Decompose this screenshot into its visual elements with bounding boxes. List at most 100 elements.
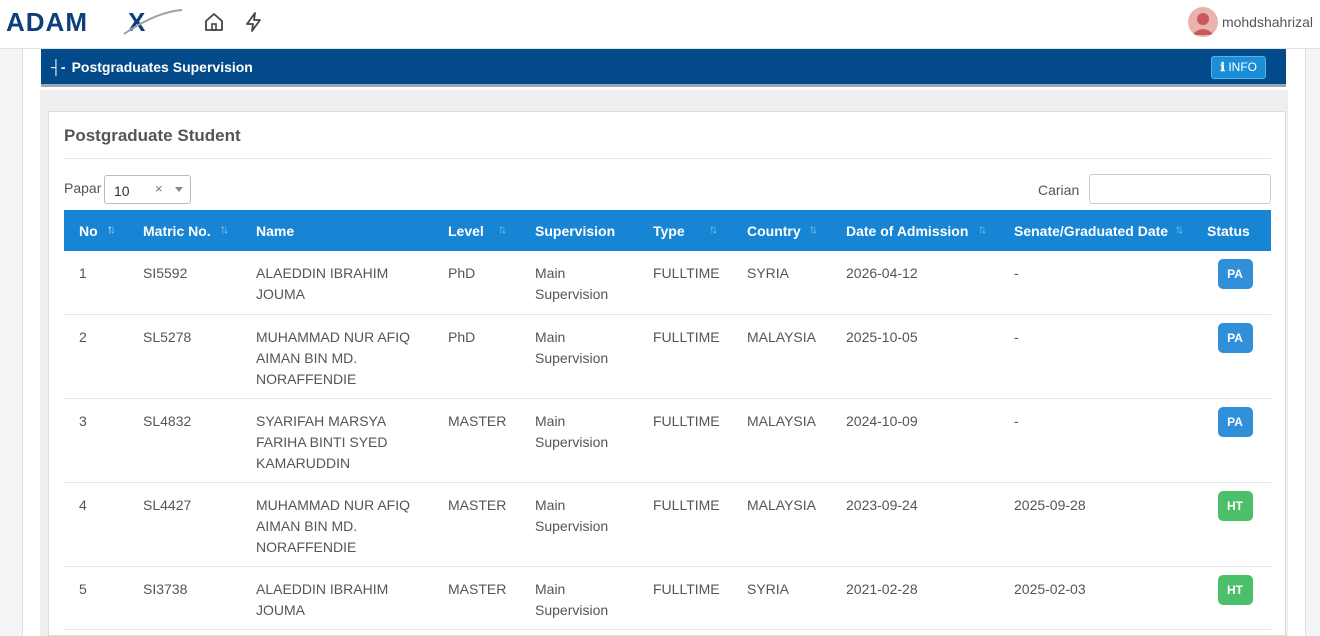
cell-supervision: Main Supervision [520, 251, 638, 315]
top-navbar: ADAM X mohdshahrizal [0, 0, 1320, 49]
cell-level: PhD [433, 314, 520, 399]
table-header-row: No ↑↓ Matric No. ↑↓ Name Level ↑↓ Supervisi… [64, 210, 1271, 251]
info-button[interactable]: ℹ INFO [1211, 56, 1266, 79]
status-badge[interactable]: HT [1217, 574, 1253, 605]
info-button-label: INFO [1228, 60, 1257, 74]
cell-name: ALAEDDIN IBRAHIM JOUMA [241, 566, 433, 630]
svg-text:ADAM: ADAM [6, 8, 88, 36]
col-header-supervision[interactable]: Supervision [520, 210, 638, 251]
cell-country: MALAYSIA [732, 398, 831, 483]
cell-matric: SL4427 [128, 482, 241, 567]
page-size-value: 10 [114, 183, 130, 199]
student-table: No ↑↓ Matric No. ↑↓ Name Level ↑↓ Supervisi… [64, 210, 1271, 630]
sort-icon: ↑↓ [498, 222, 507, 236]
table-row[interactable]: 1 SI5592 ALAEDDIN IBRAHIM JOUMA PhD Main S… [64, 251, 1271, 315]
cell-country: SYRIA [732, 566, 831, 630]
sort-icon: ↑↓ [107, 222, 116, 236]
cell-matric: SL4832 [128, 398, 241, 483]
cell-status: PA [1199, 251, 1271, 315]
cell-matric: SI3738 [128, 566, 241, 630]
chevron-down-icon [175, 187, 183, 192]
table-row[interactable]: 3 SL4832 SYARIFAH MARSYA FARIHA BINTI SYE… [64, 398, 1271, 483]
cell-supervision: Main Supervision [520, 314, 638, 399]
cell-status: PA [1199, 314, 1271, 399]
cell-senate: - [999, 398, 1199, 483]
content-area: Postgraduate Student Papar 10 × Carian N… [40, 90, 1288, 636]
cell-admission: 2021-02-28 [831, 566, 999, 630]
section-title-text: Postgraduates Supervision [71, 59, 253, 75]
user-menu[interactable]: mohdshahrizal [1187, 6, 1313, 38]
card-title: Postgraduate Student [64, 126, 241, 145]
status-badge[interactable]: HT [1217, 490, 1253, 521]
sort-icon: ↑↓ [1175, 222, 1184, 236]
col-header-type[interactable]: Type ↑↓ [638, 210, 732, 251]
search-input[interactable] [1089, 174, 1271, 204]
sort-icon: ↑↓ [809, 222, 818, 236]
cell-type: FULLTIME [638, 398, 732, 483]
col-header-country[interactable]: Country ↑↓ [732, 210, 831, 251]
cell-type: FULLTIME [638, 314, 732, 399]
avatar [1187, 7, 1218, 37]
left-gutter [0, 49, 23, 636]
cell-level: MASTER [433, 482, 520, 567]
cell-name: MUHAMMAD NUR AFIQ AIMAN BIN MD. NORAFFENDI… [241, 482, 433, 567]
cell-status: HT [1199, 482, 1271, 567]
divider [64, 158, 1271, 159]
section-title: ┤- Postgraduates Supervision [51, 59, 253, 75]
cell-name: MUHAMMAD NUR AFIQ AIMAN BIN MD. NORAFFENDI… [241, 314, 433, 399]
table-row[interactable]: 5 SI3738 ALAEDDIN IBRAHIM JOUMA MASTER Ma… [64, 566, 1271, 630]
cell-admission: 2023-09-24 [831, 482, 999, 567]
cell-no: 2 [64, 314, 128, 399]
search-label: Carian [1038, 182, 1080, 198]
cell-senate: - [999, 314, 1199, 399]
cell-type: FULLTIME [638, 251, 732, 315]
cell-status: HT [1199, 566, 1271, 630]
cell-no: 1 [64, 251, 128, 315]
page-size-select[interactable]: 10 × [104, 175, 191, 204]
cell-no: 4 [64, 482, 128, 567]
cell-name: ALAEDDIN IBRAHIM JOUMA [241, 251, 433, 315]
cell-type: FULLTIME [638, 566, 732, 630]
cell-level: PhD [433, 251, 520, 315]
home-icon[interactable] [202, 10, 226, 34]
cell-no: 5 [64, 566, 128, 630]
col-header-level[interactable]: Level ↑↓ [433, 210, 520, 251]
cell-type: FULLTIME [638, 482, 732, 567]
info-icon: ℹ [1220, 60, 1225, 74]
cell-senate: 2025-09-28 [999, 482, 1199, 567]
cell-country: MALAYSIA [732, 482, 831, 567]
cell-supervision: Main Supervision [520, 398, 638, 483]
status-badge[interactable]: PA [1217, 406, 1253, 437]
cell-supervision: Main Supervision [520, 482, 638, 567]
main-content: ┤- Postgraduates Supervision ℹ INFO Postg… [23, 49, 1306, 636]
cell-level: MASTER [433, 566, 520, 630]
cell-matric: SL5278 [128, 314, 241, 399]
col-header-admission[interactable]: Date of Admission ↑↓ [831, 210, 999, 251]
cell-senate: 2025-02-03 [999, 566, 1199, 630]
cell-admission: 2026-04-12 [831, 251, 999, 315]
status-badge[interactable]: PA [1217, 259, 1253, 289]
collapse-icon[interactable]: ┤- [51, 59, 66, 75]
col-header-matric[interactable]: Matric No. ↑↓ [128, 210, 241, 251]
col-header-name[interactable]: Name [241, 210, 433, 251]
col-header-status[interactable]: Status [1199, 210, 1271, 251]
sort-icon: ↑↓ [709, 222, 718, 236]
sort-icon: ↑↓ [220, 222, 229, 236]
status-badge[interactable]: PA [1217, 322, 1253, 353]
sort-icon: ↑↓ [978, 222, 987, 236]
adamx-logo[interactable]: ADAM X [6, 8, 182, 36]
col-header-no[interactable]: No ↑↓ [64, 210, 128, 251]
student-card: Postgraduate Student Papar 10 × Carian N… [48, 111, 1286, 636]
table-row[interactable]: 4 SL4427 MUHAMMAD NUR AFIQ AIMAN BIN MD. N… [64, 482, 1271, 567]
cell-admission: 2025-10-05 [831, 314, 999, 399]
cell-supervision: Main Supervision [520, 566, 638, 630]
clear-icon[interactable]: × [155, 181, 163, 196]
table-row[interactable]: 2 SL5278 MUHAMMAD NUR AFIQ AIMAN BIN MD. N… [64, 314, 1271, 399]
cell-matric: SI5592 [128, 251, 241, 315]
cell-country: SYRIA [732, 251, 831, 315]
cell-senate: - [999, 251, 1199, 315]
lightning-icon[interactable] [242, 10, 266, 34]
col-header-senate[interactable]: Senate/Graduated Date ↑↓ [999, 210, 1199, 251]
cell-name: SYARIFAH MARSYA FARIHA BINTI SYED KAMARUDD… [241, 398, 433, 483]
cell-admission: 2024-10-09 [831, 398, 999, 483]
